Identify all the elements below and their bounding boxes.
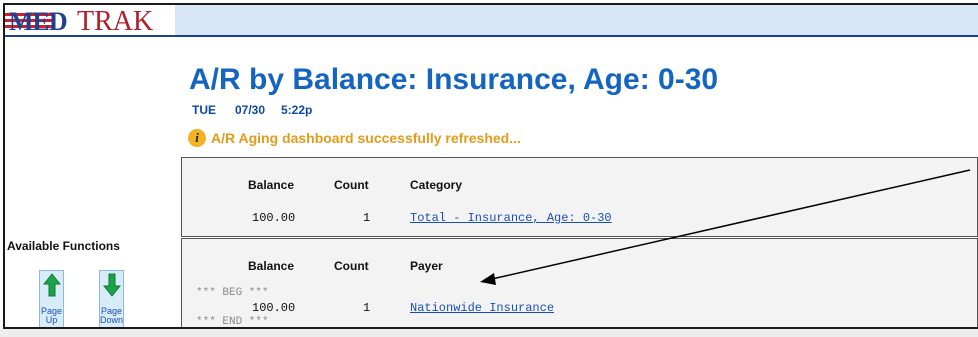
annotation-arrow [480,169,971,285]
